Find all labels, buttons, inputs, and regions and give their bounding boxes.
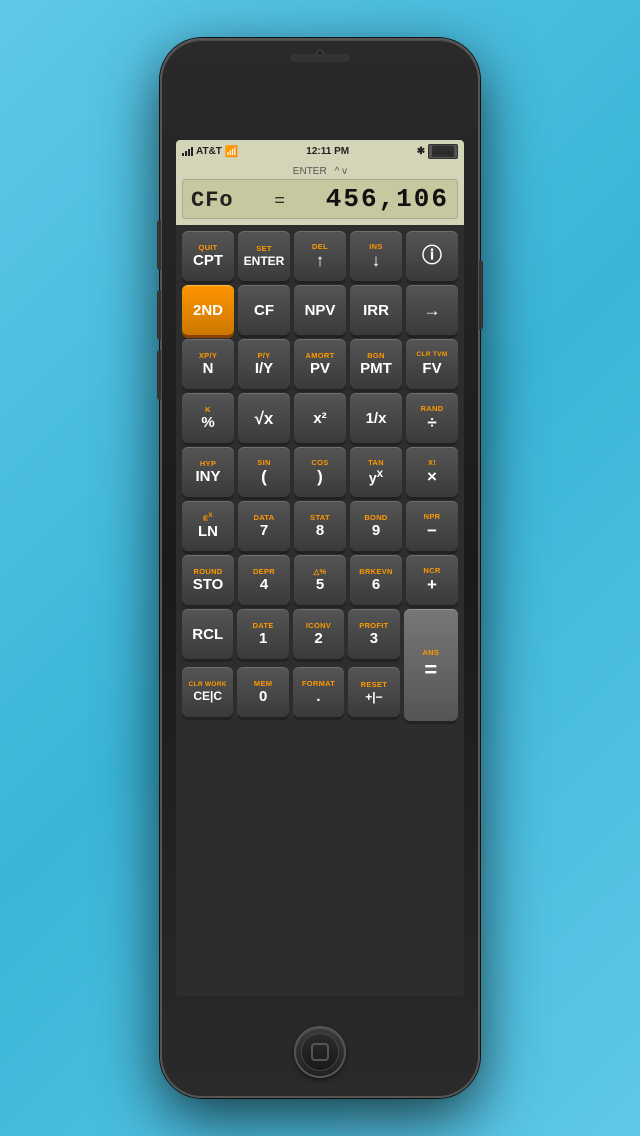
cols-1-4: RCL DATE 1 ICONV 2 PROFIT <box>182 609 400 721</box>
row-4: K % √x x² 1/x RAND ÷ <box>182 393 458 443</box>
pow-button[interactable]: TAN yx <box>350 447 402 497</box>
status-left: AT&T 📶 <box>182 145 239 158</box>
display-area: ENTER ^ v CFo = 456,106 <box>176 162 464 225</box>
enter-button[interactable]: SET ENTER <box>238 231 290 281</box>
phone-frame: AT&T 📶 12:11 PM ✱ ▓▓▓ ENTER ^ v CFo <box>160 38 480 1098</box>
sqrt-button[interactable]: √x <box>238 393 290 443</box>
rparen-button[interactable]: COS ) <box>294 447 346 497</box>
pv-button[interactable]: AMORT PV <box>294 339 346 389</box>
2-button[interactable]: ICONV 2 <box>293 609 344 659</box>
row-6: ex LN DATA 7 STAT 8 BOND 9 <box>182 501 458 551</box>
iny-button[interactable]: HYP INY <box>182 447 234 497</box>
status-bar: AT&T 📶 12:11 PM ✱ ▓▓▓ <box>176 140 464 162</box>
display-equals: = <box>274 192 285 212</box>
del-button[interactable]: DEL ↑ <box>294 231 346 281</box>
home-button-icon <box>311 1043 329 1061</box>
equals-col: ANS = <box>404 609 458 721</box>
ins-button[interactable]: INS ↓ <box>350 231 402 281</box>
sub-button[interactable]: nPr − <box>406 501 458 551</box>
3-button[interactable]: PROFIT 3 <box>348 609 399 659</box>
row-9: CLR WORK CE|C MEM 0 FORMAT . <box>182 667 400 717</box>
0-button[interactable]: MEM 0 <box>237 667 288 717</box>
battery-icon: ▓▓▓ <box>428 144 458 159</box>
2nd-button[interactable]: 2ND <box>182 285 234 335</box>
ln-button[interactable]: ex LN <box>182 501 234 551</box>
cf-label: CFo <box>191 188 234 213</box>
time-label: 12:11 PM <box>306 146 349 157</box>
pmt-button[interactable]: BGN PMT <box>350 339 402 389</box>
speaker <box>290 54 350 62</box>
5-button[interactable]: △% 5 <box>294 555 346 605</box>
fv-button[interactable]: CLR TVM FV <box>406 339 458 389</box>
screen-area: AT&T 📶 12:11 PM ✱ ▓▓▓ ENTER ^ v CFo <box>176 140 464 996</box>
9-button[interactable]: BOND 9 <box>350 501 402 551</box>
display-screen: CFo = 456,106 <box>182 179 458 219</box>
calc-body: QUIT CPT SET ENTER DEL ↑ INS ↓ <box>176 225 464 996</box>
arrow-right-button[interactable]: → <box>406 285 458 335</box>
signal-bars <box>182 146 193 156</box>
row-8-9: RCL DATE 1 ICONV 2 PROFIT <box>182 609 458 721</box>
irr-button[interactable]: IRR <box>350 285 402 335</box>
cec-button[interactable]: CLR WORK CE|C <box>182 667 233 717</box>
rcl-button[interactable]: RCL <box>182 609 233 659</box>
mul-button[interactable]: x! × <box>406 447 458 497</box>
n-button[interactable]: xP/Y N <box>182 339 234 389</box>
npv-button[interactable]: NPV <box>294 285 346 335</box>
enter-label: ENTER <box>293 166 327 177</box>
row-1: QUIT CPT SET ENTER DEL ↑ INS ↓ <box>182 231 458 281</box>
row-8: RCL DATE 1 ICONV 2 PROFIT <box>182 609 400 659</box>
cpt-button[interactable]: QUIT CPT <box>182 231 234 281</box>
nav-label: ^ v <box>335 166 347 177</box>
display-cf-row: CFo = 456,106 <box>191 184 449 214</box>
plusminus-button[interactable]: RESET +|− <box>348 667 399 717</box>
carrier-label: AT&T <box>196 146 222 157</box>
inv-button[interactable]: 1/x <box>350 393 402 443</box>
4-button[interactable]: DEPR 4 <box>238 555 290 605</box>
display-enter-row: ENTER ^ v <box>182 166 458 177</box>
pct-button[interactable]: K % <box>182 393 234 443</box>
cf-button[interactable]: CF <box>238 285 290 335</box>
sq-button[interactable]: x² <box>294 393 346 443</box>
dot-button[interactable]: FORMAT . <box>293 667 344 717</box>
iy-button[interactable]: P/Y I/Y <box>238 339 290 389</box>
sto-button[interactable]: ROUND STO <box>182 555 234 605</box>
row-7: ROUND STO DEPR 4 △% 5 BRKEVN 6 <box>182 555 458 605</box>
add-button[interactable]: nCr + <box>406 555 458 605</box>
status-right: ✱ ▓▓▓ <box>417 144 458 159</box>
8-button[interactable]: STAT 8 <box>294 501 346 551</box>
row-5: HYP INY SIN ( COS ) TAN yx <box>182 447 458 497</box>
row-3: xP/Y N P/Y I/Y AMORT PV BGN PMT <box>182 339 458 389</box>
display-value: 456,106 <box>326 184 449 214</box>
home-button-inner <box>301 1033 339 1071</box>
equals-button[interactable]: ANS = <box>404 609 458 721</box>
7-button[interactable]: DATA 7 <box>238 501 290 551</box>
row-2: 2ND CF NPV IRR → <box>182 285 458 335</box>
info-button[interactable]: ⓘ <box>406 231 458 281</box>
div-button[interactable]: RAND ÷ <box>406 393 458 443</box>
wifi-icon: 📶 <box>225 145 239 158</box>
bluetooth-icon: ✱ <box>417 146 425 157</box>
home-button[interactable] <box>294 1026 346 1078</box>
1-button[interactable]: DATE 1 <box>237 609 288 659</box>
lparen-button[interactable]: SIN ( <box>238 447 290 497</box>
6-button[interactable]: BRKEVN 6 <box>350 555 402 605</box>
